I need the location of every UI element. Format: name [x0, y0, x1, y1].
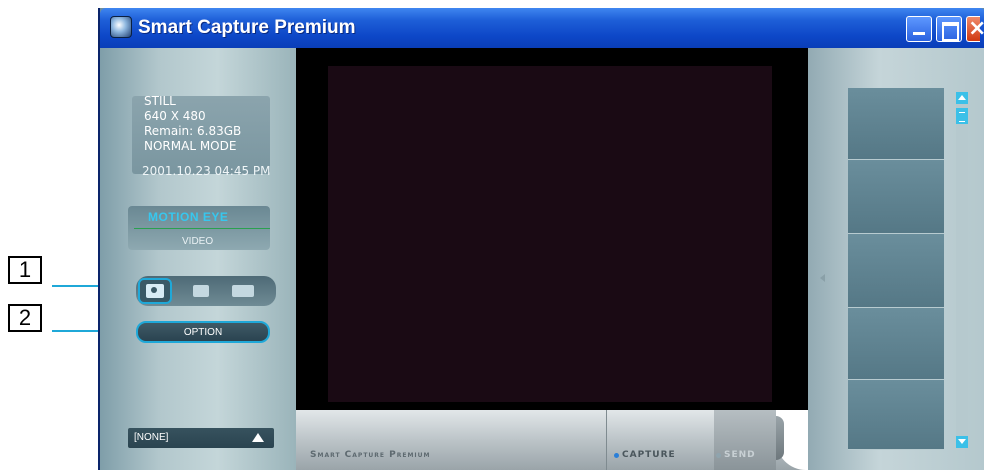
thumbnail-scrollbar[interactable]	[956, 92, 968, 448]
preview-frame	[296, 48, 808, 410]
movie-mode-button[interactable]	[184, 278, 218, 304]
app-window: Smart Capture Premium × STILL 640 X 480 …	[98, 8, 984, 470]
left-control-panel: STILL 640 X 480 Remain: 6.83GB NORMAL MO…	[100, 48, 296, 470]
capture-indicator-icon	[614, 452, 619, 458]
capture-mode-text: STILL	[144, 94, 176, 108]
video-mail-mode-button[interactable]	[226, 278, 260, 304]
callout-1: 1	[8, 256, 42, 284]
thumbnail-slot[interactable]	[848, 88, 944, 160]
callout-2: 2	[8, 304, 42, 332]
motion-eye-label: MOTION EYE	[148, 210, 229, 224]
thumbnail-slot[interactable]	[848, 308, 944, 380]
capture-button[interactable]: CAPTURE	[614, 450, 676, 460]
scroll-thumb[interactable]	[956, 108, 968, 124]
quality-mode-text: NORMAL MODE	[144, 139, 237, 153]
video-mail-icon	[232, 285, 254, 297]
effect-selector-value: [NONE]	[134, 432, 169, 443]
thumbnail-slot[interactable]	[848, 380, 944, 450]
send-indicator-icon	[716, 452, 721, 458]
timestamp-text: 2001.10.23 04:45 PM	[142, 164, 271, 178]
capture-preview	[328, 66, 772, 402]
thumbnail-panel	[808, 48, 984, 470]
camera-icon	[146, 284, 164, 298]
resolution-text: 640 X 480	[144, 109, 206, 123]
chevron-left-icon[interactable]	[820, 274, 825, 282]
thumbnail-slot[interactable]	[848, 234, 944, 308]
still-mode-button[interactable]	[138, 278, 172, 304]
video-label: VIDEO	[182, 236, 214, 247]
brand-label: Smart Capture Premium	[310, 450, 431, 460]
send-label: SEND	[724, 450, 756, 460]
window-title: Smart Capture Premium	[138, 17, 356, 38]
scroll-down-icon[interactable]	[956, 436, 968, 448]
chevron-up-icon[interactable]	[252, 433, 264, 442]
smart-capture-app-icon[interactable]	[110, 16, 132, 38]
video-camera-icon	[193, 285, 209, 297]
close-icon[interactable]: ×	[966, 16, 984, 42]
send-panel	[714, 410, 776, 470]
capture-label: CAPTURE	[622, 450, 676, 460]
title-bar[interactable]: Smart Capture Premium ×	[100, 8, 984, 48]
maximize-icon[interactable]	[936, 16, 962, 42]
toolbar-end-cap	[776, 410, 808, 470]
thumbnail-slot[interactable]	[848, 160, 944, 234]
motion-eye-divider	[134, 228, 270, 229]
remaining-space-text: Remain: 6.83GB	[144, 124, 242, 138]
minimize-icon[interactable]	[906, 16, 932, 42]
scroll-up-icon[interactable]	[956, 92, 968, 104]
option-button[interactable]: OPTION	[136, 321, 270, 343]
send-button[interactable]: SEND	[716, 450, 756, 460]
thumbnail-list	[848, 88, 944, 450]
bottom-toolbar: Smart Capture Premium CAPTURE SEND	[296, 410, 808, 470]
